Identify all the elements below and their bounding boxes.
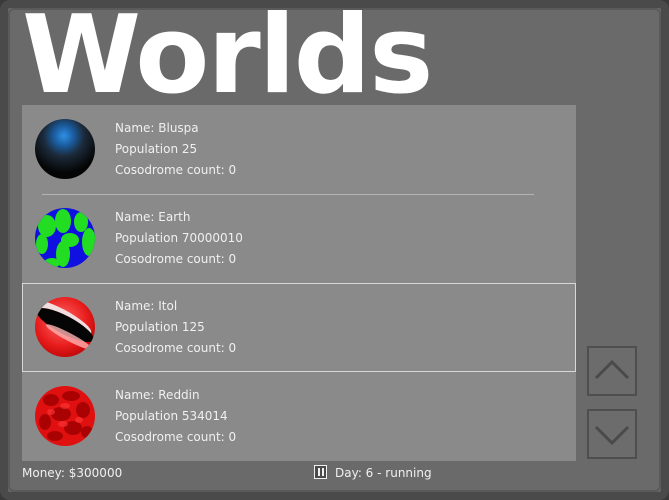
world-info: Name: Bluspa Population 25 Cosodrome cou… [115,118,236,181]
chevron-up-icon [594,359,630,380]
world-name: Name: Earth [115,210,191,224]
bluspa-planet-icon [35,119,95,179]
day-readout: Day: 6 - running [335,466,432,480]
world-name: Name: Itol [115,299,178,313]
scroll-up-button[interactable] [587,346,637,396]
world-cosodrome-count: Cosodrome count: 0 [115,163,237,177]
scroll-down-button[interactable] [587,409,637,459]
world-name: Name: Reddin [115,388,200,402]
world-list-item[interactable]: Name: Reddin Population 534014 Cosodrome… [22,372,576,461]
world-info: Name: Reddin Population 534014 Cosodrome… [115,385,236,448]
world-list-item[interactable]: Name: Earth Population 70000010 Cosodrom… [22,194,576,283]
earth-planet-icon [35,208,95,268]
world-population: Population 125 [115,320,205,334]
world-cosodrome-count: Cosodrome count: 0 [115,341,237,355]
world-list-item[interactable]: Name: Bluspa Population 25 Cosodrome cou… [22,105,576,194]
status-bar: Money: $300000 Day: 6 - running [22,463,652,487]
itol-planet-icon [35,297,95,357]
reddin-planet-icon [35,386,95,446]
money-readout: Money: $300000 [22,466,123,480]
world-population: Population 25 [115,142,198,156]
chevron-down-icon [594,425,630,446]
world-population: Population 70000010 [115,231,243,245]
worlds-list[interactable]: Name: Bluspa Population 25 Cosodrome cou… [22,105,576,461]
world-info: Name: Earth Population 70000010 Cosodrom… [115,207,243,270]
world-cosodrome-count: Cosodrome count: 0 [115,430,237,444]
game-window: Worlds Name: Bluspa Population 25 Cosodr… [0,0,669,500]
world-list-item-selected[interactable]: Name: Itol Population 125 Cosodrome coun… [22,283,576,372]
world-population: Population 534014 [115,409,228,423]
pause-icon[interactable] [314,465,327,479]
world-cosodrome-count: Cosodrome count: 0 [115,252,237,266]
world-name: Name: Bluspa [115,121,199,135]
world-info: Name: Itol Population 125 Cosodrome coun… [115,296,236,359]
screen-title: Worlds [22,0,433,118]
